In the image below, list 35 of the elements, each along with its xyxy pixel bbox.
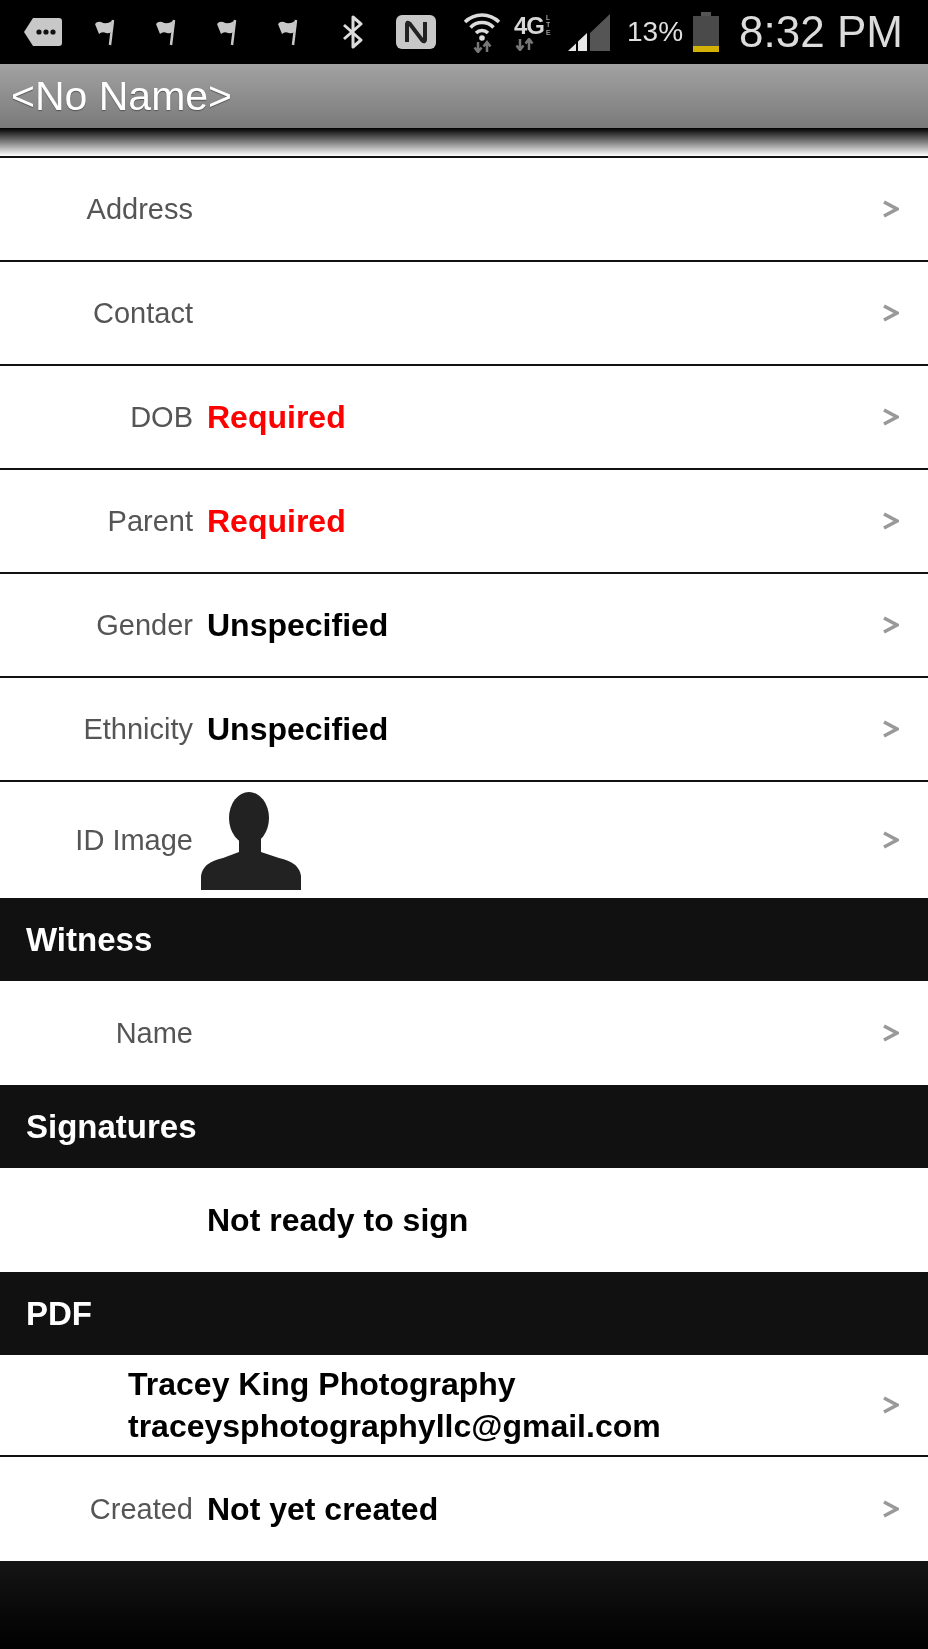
field-value: Required bbox=[207, 501, 346, 541]
field-label: Created bbox=[89, 1492, 193, 1525]
field-value: Not yet created bbox=[207, 1489, 439, 1529]
field-label: Gender bbox=[96, 608, 193, 641]
field-value: Required bbox=[207, 397, 346, 437]
field-value: Unspecified bbox=[207, 605, 389, 645]
flag-icon bbox=[276, 18, 299, 46]
battery-icon bbox=[692, 12, 721, 52]
field-label: Address bbox=[86, 192, 193, 225]
field-label: Ethnicity bbox=[83, 712, 193, 745]
network-type: 4G bbox=[514, 13, 544, 38]
screen-title: <No Name> bbox=[11, 75, 233, 117]
data-arrows-icon bbox=[514, 37, 536, 51]
battery-percent: 13% bbox=[627, 18, 684, 46]
field-label: ID Image bbox=[75, 823, 193, 856]
section-header: PDF bbox=[0, 1272, 928, 1355]
field-label: Parent bbox=[107, 504, 193, 537]
signal-icon bbox=[566, 13, 610, 51]
contact-name: Tracey King Photography bbox=[128, 1365, 517, 1404]
field-value: Not ready to sign bbox=[207, 1200, 469, 1240]
field-label: Contact bbox=[93, 296, 193, 329]
section-header: Witness bbox=[0, 898, 928, 981]
flag-icon bbox=[215, 18, 238, 46]
field-label: DOB bbox=[130, 400, 193, 433]
person-silhouette-icon bbox=[201, 790, 301, 890]
message-icon bbox=[23, 17, 63, 47]
field-label: Name bbox=[115, 1016, 193, 1049]
contact-email: traceysphotographyllc@gmail.com bbox=[128, 1407, 661, 1446]
status-time: 8:32 PM bbox=[739, 10, 903, 54]
nfc-icon bbox=[396, 15, 436, 49]
wifi-icon bbox=[461, 11, 503, 53]
section-header: Signatures bbox=[0, 1085, 928, 1168]
flag-icon bbox=[154, 18, 177, 46]
flag-icon bbox=[93, 18, 116, 46]
field-value: Unspecified bbox=[207, 709, 389, 749]
